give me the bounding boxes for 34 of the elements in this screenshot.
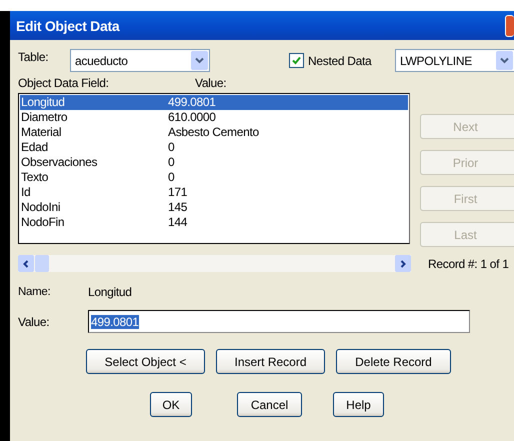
window-title: Edit Object Data	[16, 18, 120, 34]
scroll-left-icon[interactable]	[18, 255, 34, 272]
ok-button[interactable]: OK	[150, 392, 192, 417]
value-field[interactable]: 499.0801	[88, 310, 470, 333]
list-row[interactable]: Material Asbesto Cemento	[20, 125, 408, 140]
list-row[interactable]: Longitud 499.0801	[20, 95, 408, 110]
nested-data-checkbox[interactable]: Nested Data	[289, 53, 395, 68]
select-object-button[interactable]: Select Object <	[86, 349, 205, 374]
list-row[interactable]: NodoIni 145	[20, 200, 408, 215]
horizontal-scrollbar[interactable]	[18, 255, 411, 272]
object-data-list[interactable]: Longitud 499.0801 Diametro 610.0000 Material Asbesto Cemento Edad 0 Observaciones 0 Texto 0 Id 171 NodoIni 145 NodoFin 144	[18, 93, 410, 244]
table-label: Table:	[18, 50, 50, 64]
cancel-button[interactable]: Cancel	[237, 392, 302, 417]
list-row[interactable]: Id 171	[20, 185, 408, 200]
name-label: Name:	[18, 286, 52, 298]
list-row[interactable]: Edad 0	[20, 140, 408, 155]
list-row[interactable]: Observaciones 0	[20, 155, 408, 170]
list-row[interactable]: NodoFin 144	[20, 215, 408, 230]
record-counter: Record #: 1 of 1	[428, 256, 509, 270]
help-button[interactable]: Help	[333, 392, 384, 417]
scroll-thumb[interactable]	[35, 255, 49, 272]
list-row[interactable]: Texto 0	[20, 170, 408, 185]
name-value: Longitud	[88, 285, 132, 299]
insert-record-button[interactable]: Insert Record	[216, 349, 325, 374]
object-type-dropdown[interactable]: LWPOLYLINE	[395, 49, 514, 72]
close-button[interactable]	[505, 15, 514, 37]
checkmark-icon	[292, 56, 301, 65]
delete-record-button[interactable]: Delete Record	[336, 349, 451, 374]
value-column-header: Value:	[195, 76, 226, 90]
table-dropdown[interactable]: acueducto	[70, 49, 210, 72]
list-row[interactable]: Diametro 610.0000	[20, 110, 408, 125]
field-column-header: Object Data Field:	[18, 76, 110, 90]
value-label: Value:	[18, 314, 50, 328]
scroll-right-icon[interactable]	[395, 255, 411, 272]
